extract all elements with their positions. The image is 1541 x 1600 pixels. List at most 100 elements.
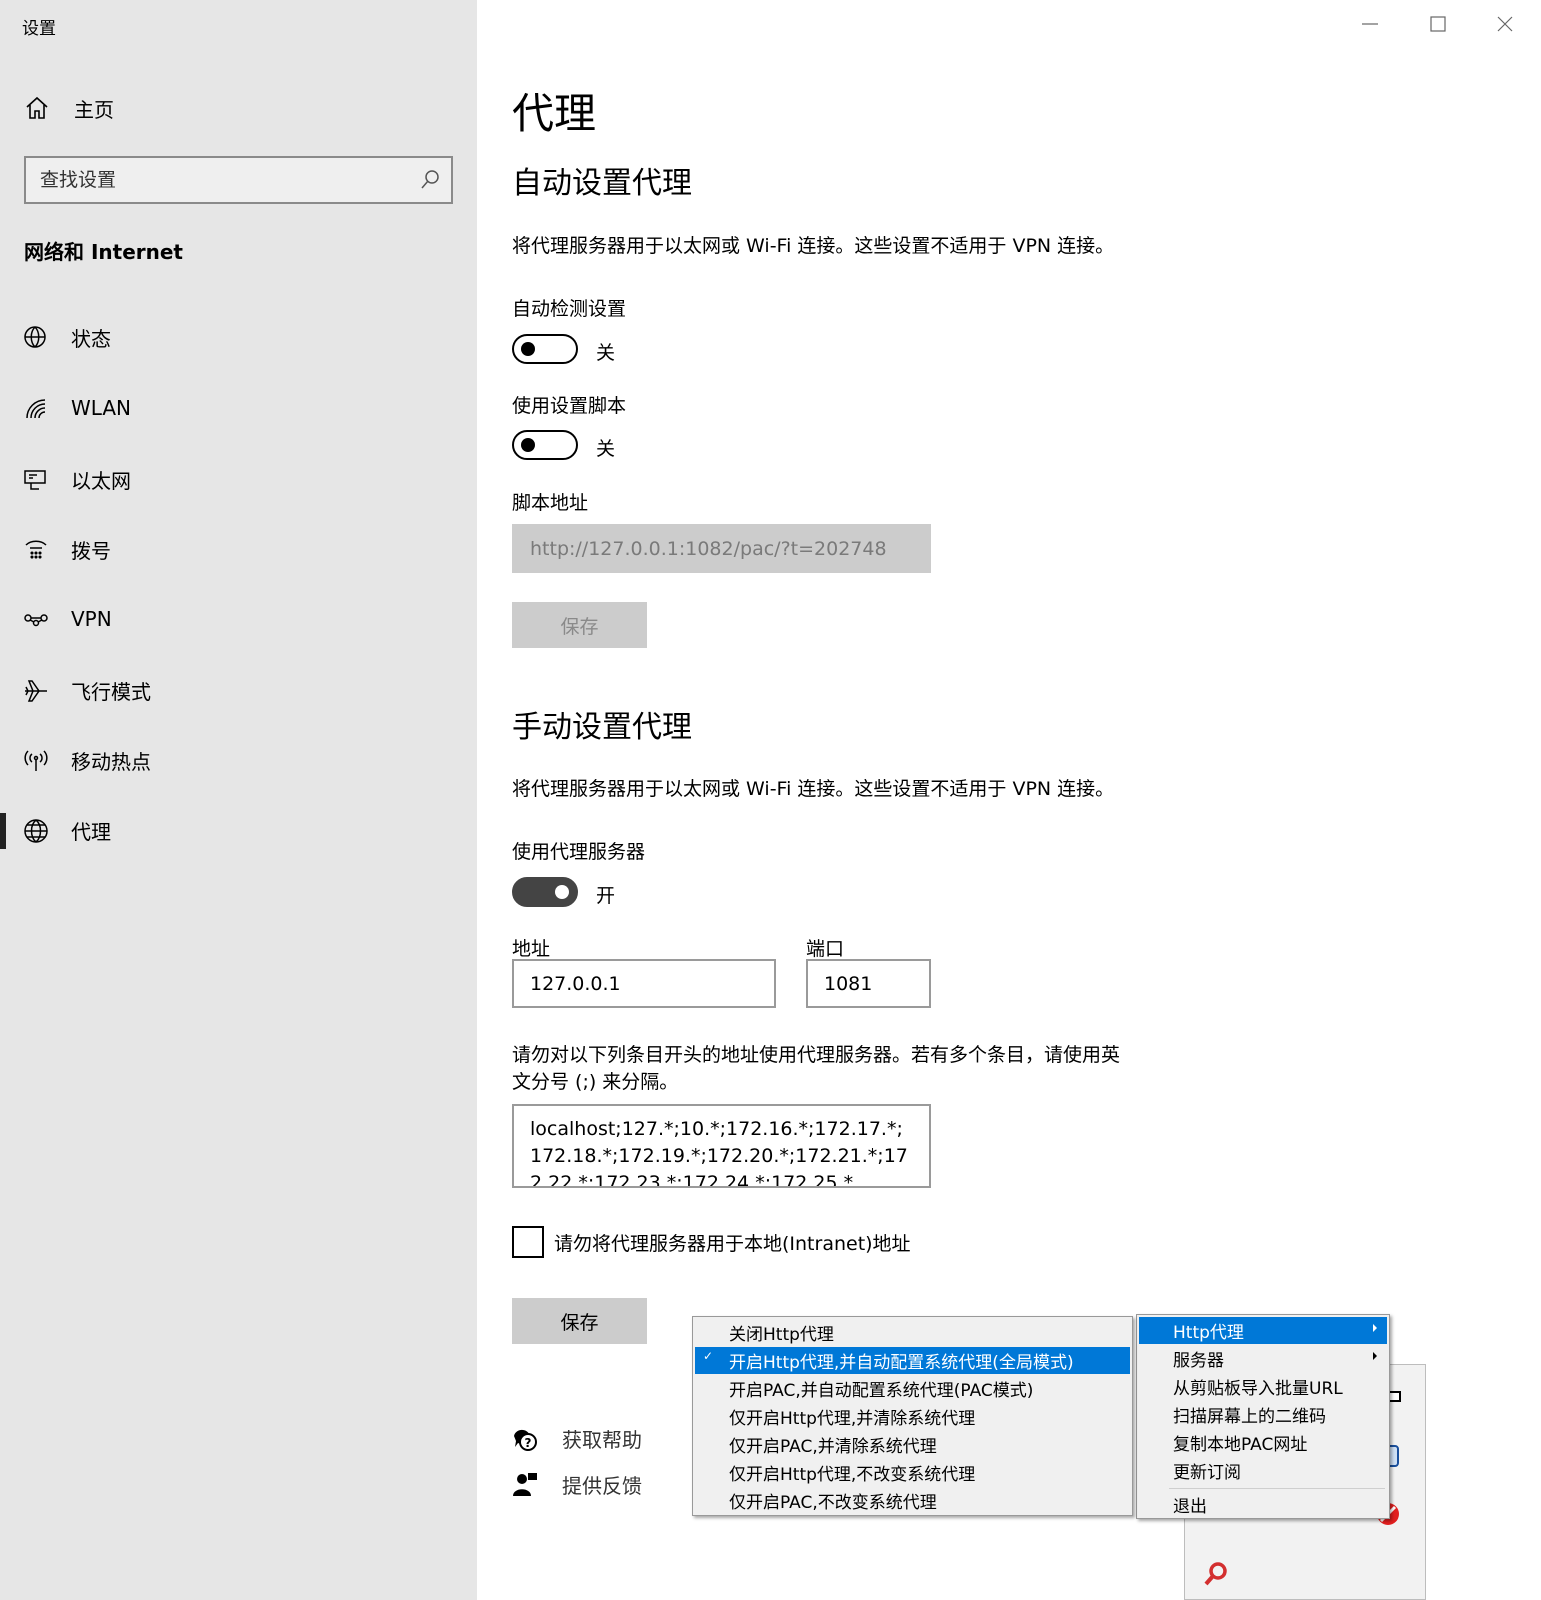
sidebar-item-dialup[interactable]: 拨号 [0,526,477,572]
sidebar-item-label: 以太网 [71,468,131,493]
sidebar-item-ethernet[interactable]: 以太网 [0,456,477,502]
menu-item-label: 退出 [1173,1497,1207,1517]
address-label: 地址 [512,938,551,960]
manual-proxy-description: 将代理服务器用于以太网或 Wi-Fi 连接。这些设置不适用于 VPN 连接。 [512,778,1115,800]
globe-icon [24,819,48,843]
minimize-icon[interactable] [1350,8,1390,40]
manual-save-button[interactable]: 保存 [512,1298,647,1344]
http-proxy-submenu: 关闭Http代理 ✓ 开启Http代理,并自动配置系统代理(全局模式) 开启PA… [692,1316,1133,1516]
menu-separator [1169,1488,1385,1489]
help-chat-icon: ? [514,1429,537,1451]
submenu-item-pac-clear-system[interactable]: 仅开启PAC,并清除系统代理 [695,1431,1130,1458]
close-icon[interactable] [1485,8,1525,40]
exceptions-description-line2: 文分号 (;) 来分隔。 [512,1071,679,1093]
menu-item-label: 仅开启PAC,不改变系统代理 [729,1493,937,1513]
address-input[interactable]: 127.0.0.1 [512,959,776,1008]
home-label: 主页 [74,97,114,122]
sidebar-item-label: VPN [71,607,112,631]
use-proxy-label: 使用代理服务器 [512,841,646,863]
sidebar-item-vpn[interactable]: VPN [0,596,477,642]
setup-script-label: 使用设置脚本 [512,395,627,417]
submenu-item-disable-http[interactable]: 关闭Http代理 [695,1319,1130,1346]
wifi-icon [26,399,46,419]
section-heading: 网络和 Internet [24,240,183,264]
toggle-knob [555,885,569,899]
hotspot-icon [24,750,48,771]
exceptions-description-line1: 请勿对以下列条目开头的地址使用代理服务器。若有多个条目，请使用英 [512,1044,1121,1066]
sidebar-item-label: 代理 [71,819,111,844]
search-tool-icon[interactable] [1203,1561,1229,1587]
home-nav-item[interactable]: 主页 [24,93,114,123]
sidebar-item-label: 飞行模式 [71,679,151,704]
submenu-item-http-clear-system[interactable]: 仅开启Http代理,并清除系统代理 [695,1403,1130,1430]
menu-item-label: 仅开启Http代理,并清除系统代理 [729,1409,976,1429]
manual-proxy-heading: 手动设置代理 [512,710,692,745]
auto-save-button[interactable]: 保存 [512,602,647,648]
menu-item-exit[interactable]: 退出 [1139,1491,1387,1518]
submenu-item-global-mode[interactable]: ✓ 开启Http代理,并自动配置系统代理(全局模式) [695,1347,1130,1374]
setup-script-toggle[interactable] [512,430,578,460]
ethernet-icon [24,470,46,490]
sidebar-item-hotspot[interactable]: 移动热点 [0,737,477,783]
menu-item-update-subscription[interactable]: 更新订阅 [1139,1457,1387,1484]
submenu-item-pac-keep-system[interactable]: 仅开启PAC,不改变系统代理 [695,1487,1130,1514]
sidebar: 设置 主页 网络和 Internet 状态 WLAN 以太网 [0,0,477,1600]
sidebar-item-status[interactable]: 状态 [0,314,477,360]
bypass-local-row[interactable]: 请勿将代理服务器用于本地(Intranet)地址 [512,1226,911,1258]
dialup-icon [25,540,47,559]
sidebar-item-wlan[interactable]: WLAN [0,385,477,431]
exceptions-textarea[interactable]: localhost;127.*;10.*;172.16.*;172.17.*;1… [512,1104,931,1188]
menu-item-label: 关闭Http代理 [729,1325,834,1345]
auto-proxy-heading: 自动设置代理 [512,166,692,201]
sidebar-item-label: WLAN [71,396,132,420]
sidebar-item-label: 状态 [71,326,111,351]
menu-item-copy-pac[interactable]: 复制本地PAC网址 [1139,1429,1387,1456]
auto-proxy-description: 将代理服务器用于以太网或 Wi-Fi 连接。这些设置不适用于 VPN 连接。 [512,235,1115,257]
menu-item-label: 从剪贴板导入批量URL [1173,1379,1343,1399]
menu-item-label: 更新订阅 [1173,1463,1241,1483]
setup-script-state: 关 [596,438,616,460]
auto-detect-toggle[interactable] [512,334,578,364]
search-input[interactable] [40,158,400,202]
settings-search-box[interactable] [24,156,453,204]
port-input[interactable]: 1081 [806,959,931,1008]
port-label: 端口 [806,938,845,960]
feedback-label: 提供反馈 [562,1474,642,1498]
feedback-person-icon [513,1472,537,1496]
maximize-icon[interactable] [1418,8,1458,40]
menu-item-label: 开启PAC,并自动配置系统代理(PAC模式) [729,1381,1034,1401]
airplane-icon [25,680,47,702]
auto-detect-label: 自动检测设置 [512,298,627,320]
bypass-local-label: 请勿将代理服务器用于本地(Intranet)地址 [554,1232,911,1255]
use-proxy-state: 开 [596,885,616,907]
script-address-label: 脚本地址 [512,492,589,514]
menu-item-label: 仅开启Http代理,不改变系统代理 [729,1465,976,1485]
search-icon[interactable] [419,169,441,191]
selection-indicator [0,813,6,849]
menu-item-label: 开启Http代理,并自动配置系统代理(全局模式) [729,1353,1074,1373]
menu-item-label: Http代理 [1173,1323,1244,1343]
bypass-local-checkbox[interactable] [512,1226,544,1258]
menu-item-label: 服务器 [1173,1351,1224,1371]
check-icon: ✓ [703,1349,714,1363]
menu-item-http-proxy[interactable]: Http代理 [1139,1317,1387,1344]
tray-context-menu: Http代理 服务器 从剪贴板导入批量URL 扫描屏幕上的二维码 复制本地PAC… [1136,1314,1390,1519]
page-title: 代理 [512,89,597,138]
get-help-link[interactable]: ? 获取帮助 [512,1424,642,1453]
use-proxy-toggle[interactable] [512,877,578,907]
sidebar-item-airplane-mode[interactable]: 飞行模式 [0,667,477,713]
status-globe-icon [24,326,46,348]
menu-item-servers[interactable]: 服务器 [1139,1345,1387,1372]
submenu-item-pac-mode[interactable]: 开启PAC,并自动配置系统代理(PAC模式) [695,1375,1130,1402]
submenu-item-http-keep-system[interactable]: 仅开启Http代理,不改变系统代理 [695,1459,1130,1486]
submenu-arrow-icon [1373,1324,1377,1332]
menu-item-scan-qr[interactable]: 扫描屏幕上的二维码 [1139,1401,1387,1428]
script-address-field[interactable]: http://127.0.0.1:1082/pac/?t=202748 [512,524,931,573]
svg-text:?: ? [525,1436,532,1450]
menu-item-label: 仅开启PAC,并清除系统代理 [729,1437,937,1457]
menu-item-label: 扫描屏幕上的二维码 [1173,1407,1326,1427]
sidebar-item-proxy[interactable]: 代理 [0,807,477,853]
app-title: 设置 [22,19,56,39]
feedback-link[interactable]: 提供反馈 [512,1470,642,1499]
menu-item-import-clipboard[interactable]: 从剪贴板导入批量URL [1139,1373,1387,1400]
